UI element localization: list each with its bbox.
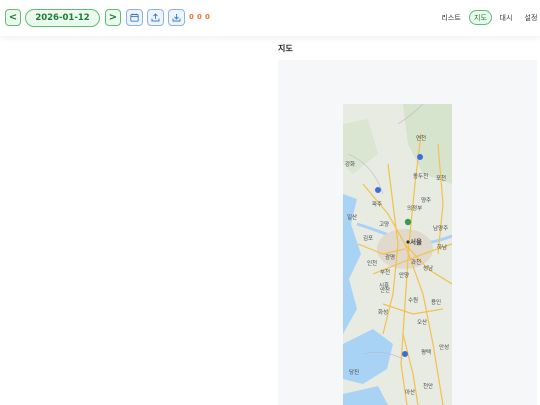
map-label: 양주 bbox=[421, 196, 431, 204]
tab-list[interactable]: 리스트 bbox=[436, 10, 466, 25]
tab-settings[interactable]: 설정 bbox=[520, 10, 540, 25]
map-label: 안양 bbox=[399, 271, 409, 279]
download-button[interactable] bbox=[168, 9, 185, 26]
prev-date-button[interactable]: < bbox=[5, 9, 21, 26]
map-label: 화성 bbox=[378, 308, 388, 316]
map-label: 하남 bbox=[437, 243, 447, 251]
map-label: 포천 bbox=[436, 174, 446, 182]
map-label: 아산 bbox=[405, 388, 415, 396]
map-label: 안성 bbox=[439, 343, 449, 351]
date-selector[interactable]: 2026-01-12 bbox=[25, 9, 100, 27]
count-badge: 0 bbox=[197, 13, 202, 21]
map-label: 일산 bbox=[347, 213, 357, 221]
map-label: 성남 bbox=[423, 264, 433, 272]
map-label: 수원 bbox=[408, 296, 418, 304]
map-label: 동두천 bbox=[413, 172, 428, 180]
next-date-button[interactable]: > bbox=[105, 9, 121, 26]
map-label: 의정부 bbox=[407, 205, 422, 212]
map-label: 오산 bbox=[417, 318, 427, 326]
map-view[interactable]: 연천 포천 동두천 양주 파주 의정부 고양 남양주 서울 하남 김포 인천 광… bbox=[343, 104, 452, 405]
map-label: 고양 bbox=[379, 220, 389, 228]
map-label: 당진 bbox=[349, 368, 359, 376]
map-label: 평택 bbox=[421, 349, 431, 356]
top-toolbar: < 2026-01-12 > 0 0 0 리스트 지도 대시 설정 bbox=[0, 0, 540, 36]
map-label: 강화 bbox=[345, 161, 355, 168]
map-label: 천안 bbox=[423, 382, 433, 390]
calendar-button[interactable] bbox=[126, 9, 143, 26]
map-label: 인천 bbox=[367, 259, 377, 267]
tab-dashboard[interactable]: 대시 bbox=[495, 10, 517, 25]
map-label: 서울 bbox=[410, 237, 422, 246]
map-section-title: 지도 bbox=[278, 44, 293, 53]
map-label: 파주 bbox=[372, 200, 382, 208]
map-label: 과천 bbox=[411, 258, 421, 266]
map-label: 용인 bbox=[431, 299, 441, 306]
map-label: 남양주 bbox=[433, 224, 448, 232]
count-badge: 0 bbox=[189, 13, 194, 21]
map-label: 광명 bbox=[385, 254, 395, 261]
map-label: 안산 bbox=[380, 286, 390, 294]
map-label: 연천 bbox=[416, 134, 426, 142]
tab-map[interactable]: 지도 bbox=[469, 10, 492, 25]
map-label: 부천 bbox=[380, 268, 390, 276]
download-icon bbox=[172, 14, 181, 22]
count-badge: 0 bbox=[205, 13, 210, 21]
upload-icon bbox=[151, 13, 160, 22]
upload-button[interactable] bbox=[147, 9, 164, 26]
map-label: 김포 bbox=[363, 235, 373, 242]
calendar-icon bbox=[130, 13, 139, 22]
